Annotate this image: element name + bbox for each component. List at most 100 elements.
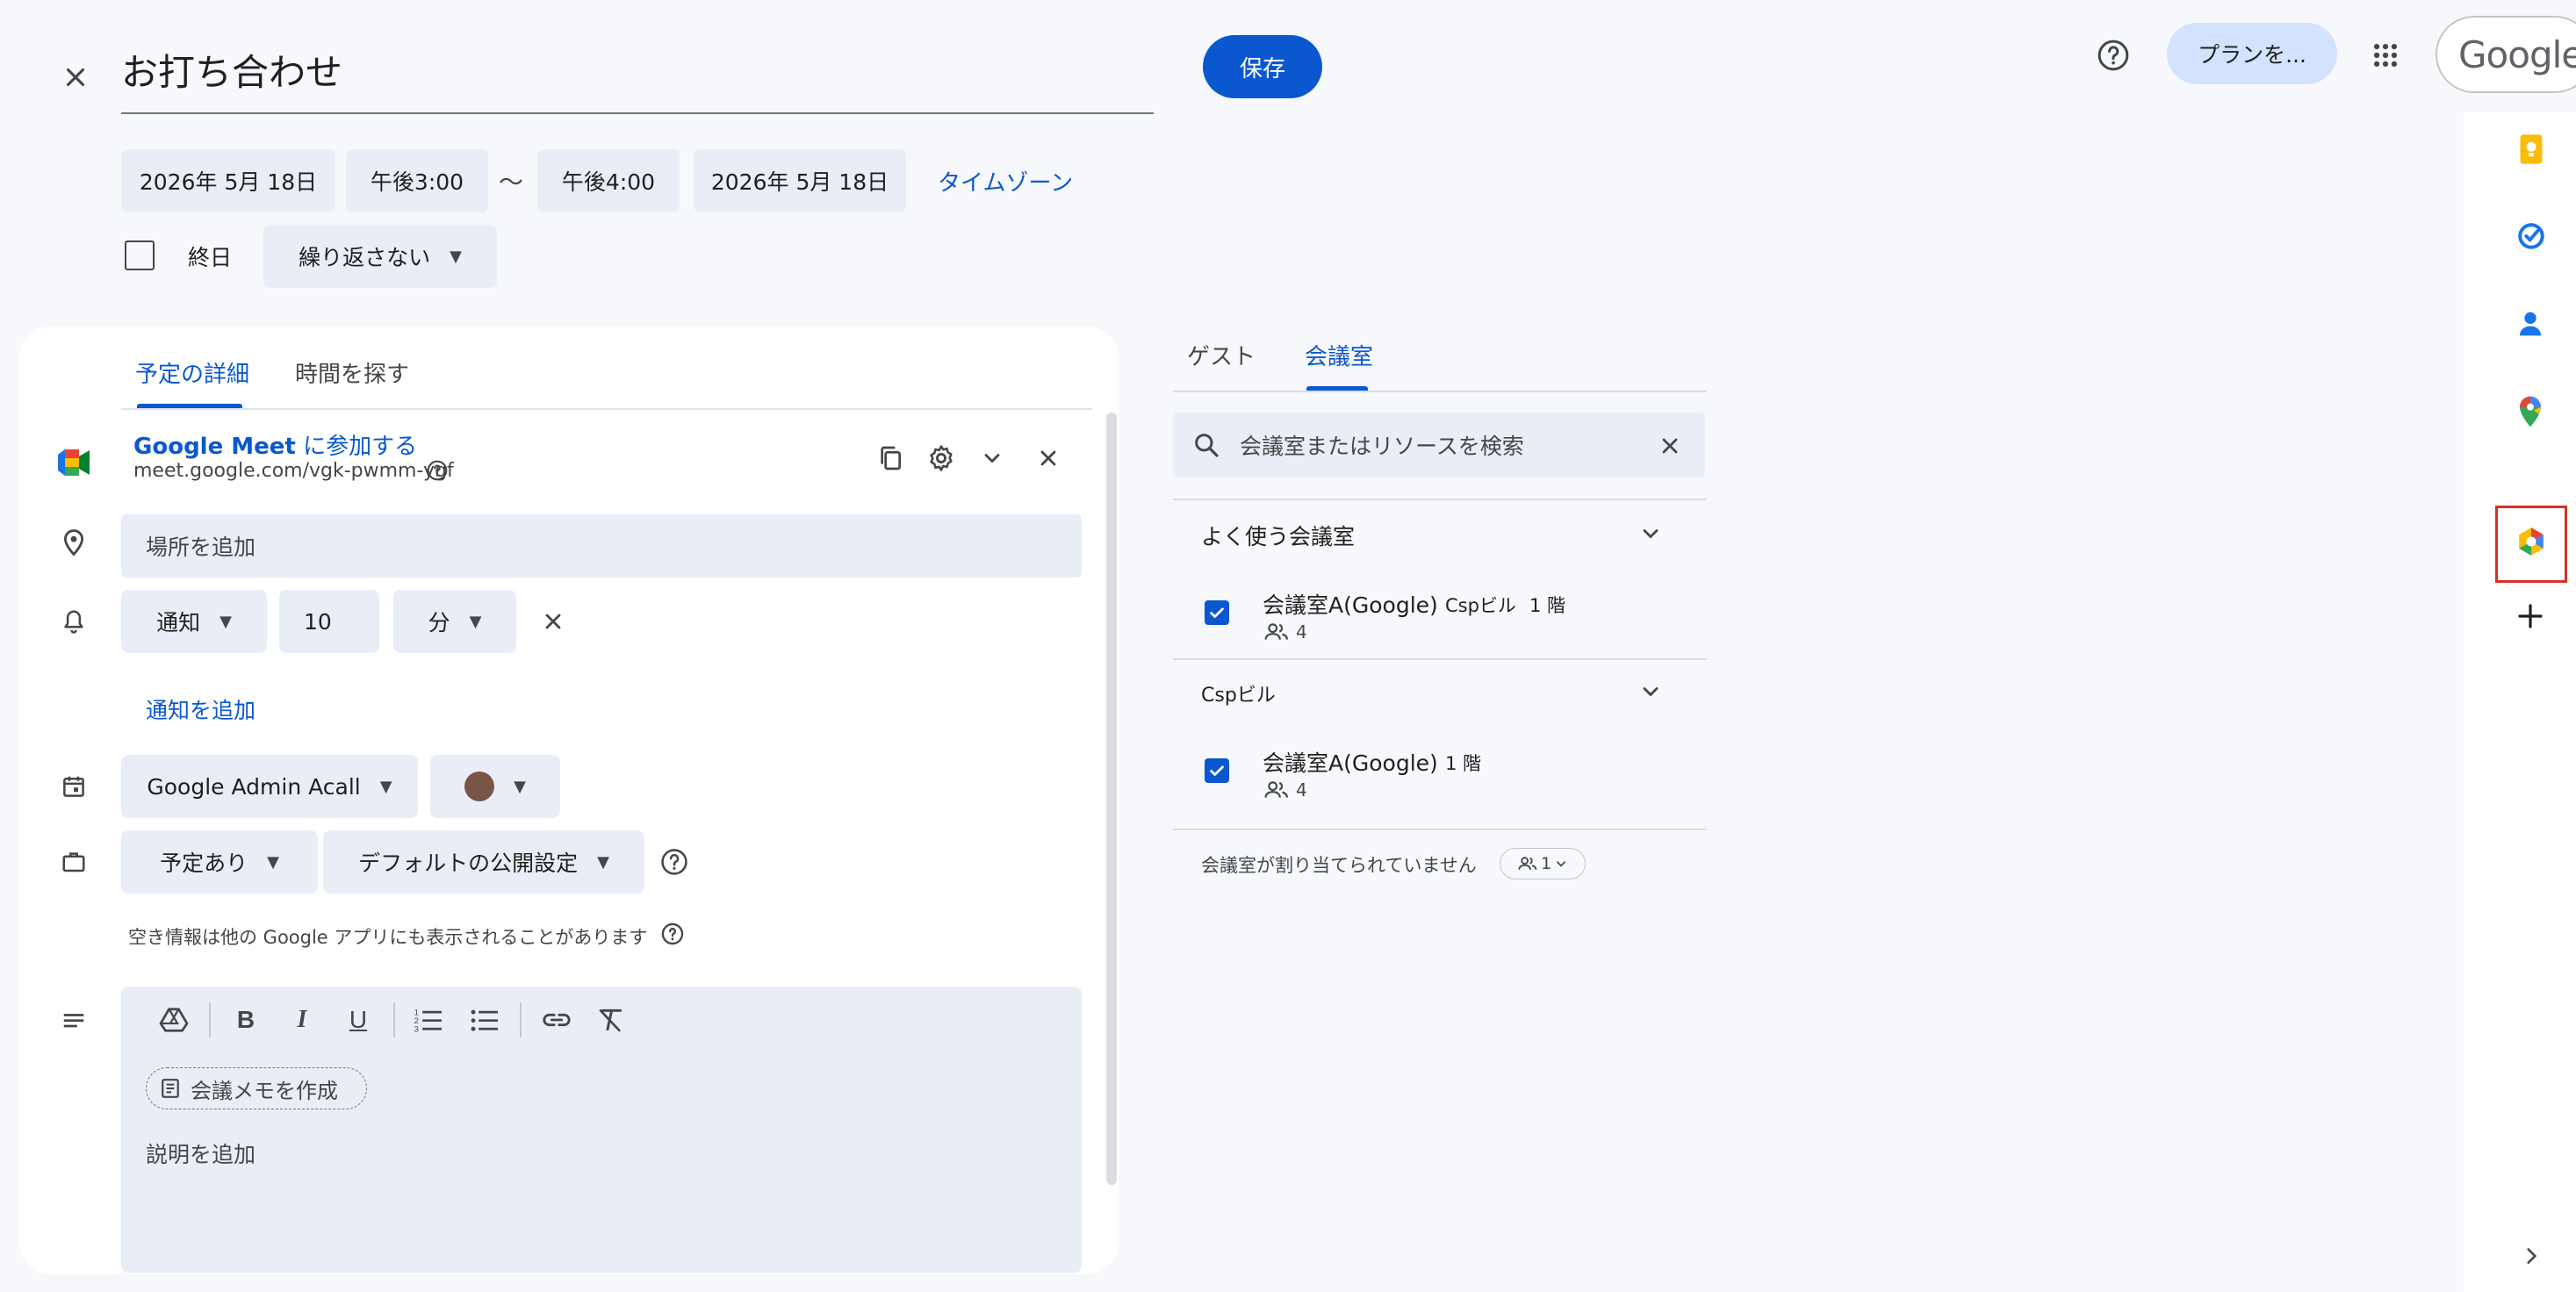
visibility-help-icon[interactable] (658, 846, 690, 878)
color-swatch (464, 772, 495, 801)
bulleted-list-icon[interactable] (465, 1001, 504, 1039)
add-icon[interactable] (2516, 602, 2548, 634)
close-icon[interactable] (53, 54, 98, 100)
addon-icon[interactable] (2515, 525, 2550, 560)
unassigned-count-chip[interactable]: 1 (1500, 848, 1586, 879)
start-date-chip[interactable]: 2026年 5月 18日 (121, 149, 335, 212)
allday-label: 終日 (188, 245, 233, 270)
tab-guests[interactable]: ゲスト (1187, 339, 1256, 371)
building-header: Cspビル (1201, 685, 1276, 707)
plan-button[interactable]: プランを... (2167, 23, 2337, 84)
tab-rooms[interactable]: 会議室 (1305, 339, 1373, 371)
chevron-down-icon: ▼ (379, 777, 392, 796)
room-search-placeholder: 会議室またはリソースを検索 (1240, 434, 1524, 459)
meeting-notes-button[interactable]: 会議メモを作成 (146, 1067, 367, 1109)
title-input[interactable]: お打ち合わせ (121, 44, 1154, 114)
room-floor: 1 階 (1529, 595, 1566, 616)
calendar-dropdown[interactable]: Google Admin Acall ▼ (121, 755, 418, 818)
end-time-chip[interactable]: 午後4:00 (537, 149, 680, 212)
chevron-down-icon: ▼ (469, 612, 482, 631)
notification-value-input[interactable]: 10 (279, 590, 379, 653)
room-building: Cspビル (1445, 595, 1516, 616)
tab-guests-label: ゲスト (1187, 344, 1256, 370)
description-icon (56, 1006, 91, 1037)
people-icon (1264, 621, 1289, 648)
room-search-input[interactable]: 会議室またはリソースを検索 (1173, 413, 1705, 477)
location-input[interactable]: 場所を追加 (121, 514, 1082, 578)
meet-join-label: に参加する (295, 434, 418, 460)
bold-icon[interactable]: B (227, 1001, 265, 1039)
tab-find-time-label: 時間を探す (295, 362, 410, 388)
room-name: 会議室A(Google) (1263, 750, 1438, 776)
clear-formatting-icon[interactable] (592, 1001, 630, 1039)
apps-grid-icon[interactable] (2364, 33, 2407, 77)
notification-type-label: 通知 (156, 610, 201, 635)
tab-event-details-label: 予定の詳細 (135, 362, 250, 388)
keep-icon[interactable] (2516, 133, 2548, 165)
rooms-divider (1173, 658, 1707, 660)
tasks-icon[interactable] (2516, 221, 2548, 253)
calendar-icon (56, 769, 91, 804)
add-notification-link[interactable]: 通知を追加 (146, 693, 255, 725)
meet-help-icon[interactable] (425, 458, 450, 483)
availability-note-help-icon[interactable] (658, 920, 687, 948)
room-capacity: 4 (1296, 621, 1307, 642)
chevron-down-icon[interactable] (1635, 676, 1666, 707)
meet-url-text: meet.google.com/vgk-pwmm-ygf (133, 460, 454, 482)
contacts-icon[interactable] (2516, 309, 2548, 341)
chevron-down-icon[interactable] (1635, 518, 1666, 549)
room-checkbox[interactable] (1205, 600, 1229, 625)
help-icon[interactable] (2091, 33, 2135, 77)
start-date-label: 2026年 5月 18日 (139, 169, 318, 195)
notification-type-dropdown[interactable]: 通知 ▼ (121, 590, 267, 653)
people-icon (1264, 779, 1289, 806)
availability-dropdown[interactable]: 予定あり ▼ (121, 830, 318, 894)
drive-icon[interactable] (155, 1001, 193, 1039)
rooms-divider (1173, 499, 1707, 500)
favorites-header: よく使う会議室 (1201, 524, 1356, 549)
start-time-chip[interactable]: 午後3:00 (346, 149, 488, 212)
underline-icon[interactable]: U (339, 1001, 378, 1039)
details-scrollbar[interactable] (1106, 413, 1117, 1185)
link-icon[interactable] (537, 1001, 576, 1039)
tab-event-details[interactable]: 予定の詳細 (135, 356, 249, 389)
maps-icon[interactable] (2516, 395, 2548, 430)
copy-icon[interactable] (873, 441, 908, 476)
visibility-dropdown[interactable]: デフォルトの公開設定 ▼ (323, 830, 644, 894)
notes-icon (161, 1078, 180, 1099)
unassigned-count: 1 (1540, 854, 1552, 873)
clear-search-icon[interactable] (1654, 430, 1686, 462)
google-account-chip[interactable]: Google (2436, 16, 2576, 93)
chevron-down-icon: ▼ (267, 852, 279, 872)
unassigned-label: 会議室が割り当てられていません (1201, 855, 1477, 876)
numbered-list-icon[interactable]: 123 (409, 1001, 448, 1039)
allday-checkbox[interactable] (125, 240, 155, 270)
bell-icon (56, 604, 91, 639)
chevron-down-icon (1557, 861, 1566, 867)
room-checkbox[interactable] (1205, 758, 1229, 783)
room-floor: 1 階 (1445, 753, 1482, 774)
tab-find-time[interactable]: 時間を探す (295, 356, 409, 389)
event-color-dropdown[interactable]: ▼ (430, 755, 560, 818)
remove-notification-icon[interactable] (536, 604, 571, 639)
location-placeholder: 場所を追加 (146, 535, 256, 560)
timezone-link[interactable]: タイムゾーン (938, 165, 1073, 197)
availability-note: 空き情報は他の Google アプリにも表示されることがあります (128, 927, 648, 948)
gear-icon[interactable] (924, 441, 959, 476)
save-button[interactable]: 保存 (1203, 35, 1322, 98)
meet-brand-label: Google Meet (133, 434, 296, 460)
notification-unit-label: 分 (428, 610, 450, 635)
meet-url: meet.google.com/vgk-pwmm-ygf (133, 460, 454, 482)
end-date-chip[interactable]: 2026年 5月 18日 (694, 149, 906, 212)
chevron-down-icon[interactable] (975, 441, 1010, 476)
availability-label: 予定あり (160, 851, 248, 876)
plan-label: プランを... (2198, 42, 2306, 68)
expand-icon[interactable] (2520, 1245, 2544, 1269)
italic-icon[interactable]: I (283, 1001, 321, 1039)
room-name: 会議室A(Google) (1263, 592, 1438, 618)
repeat-dropdown[interactable]: 繰り返さない ▼ (263, 225, 497, 288)
event-title: お打ち合わせ (121, 51, 343, 94)
remove-meet-icon[interactable] (1031, 441, 1066, 476)
notification-unit-dropdown[interactable]: 分 ▼ (393, 590, 516, 653)
meet-join-link[interactable]: Google Meet に参加する (133, 428, 417, 461)
